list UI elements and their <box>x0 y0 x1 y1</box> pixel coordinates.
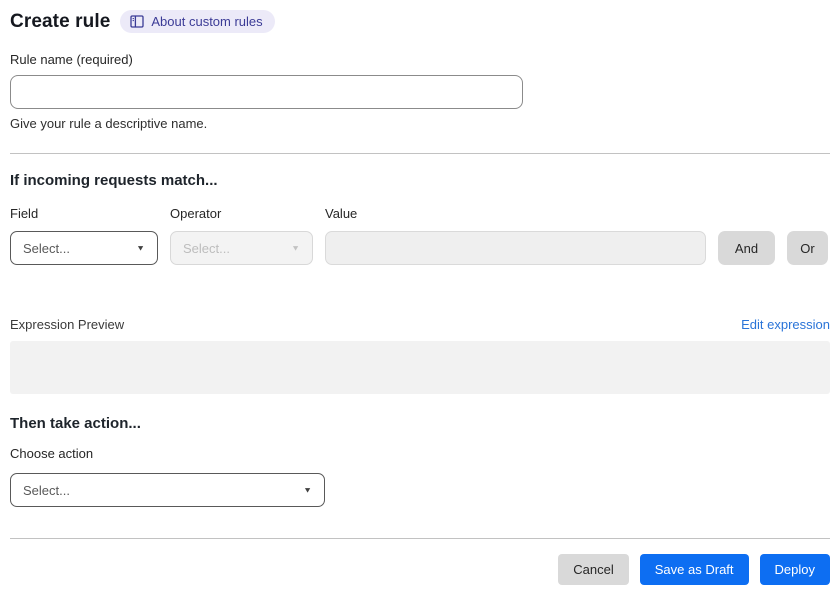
action-section-heading: Then take action... <box>10 415 141 432</box>
deploy-button[interactable]: Deploy <box>759 554 830 585</box>
save-as-draft-button[interactable]: Save as Draft <box>639 554 749 585</box>
about-custom-rules-badge[interactable]: About custom rules <box>120 10 275 33</box>
operator-label: Operator <box>170 206 222 221</box>
choose-action-label: Choose action <box>10 446 94 461</box>
expression-preview-label: Expression Preview <box>10 317 125 332</box>
operator-select: Select... ▼ <box>170 231 313 265</box>
chevron-down-icon: ▼ <box>291 243 300 253</box>
value-label: Value <box>325 206 358 221</box>
match-condition-row: Field Operator Value Select... ▼ Select.… <box>10 206 830 265</box>
choose-action-select[interactable]: Select... ▼ <box>10 473 325 507</box>
choose-action-value: Select... <box>23 482 70 498</box>
match-section-heading: If incoming requests match... <box>10 172 218 189</box>
badge-label: About custom rules <box>151 14 263 29</box>
or-button[interactable]: Or <box>787 231 828 265</box>
expression-preview-box <box>10 341 830 394</box>
book-icon <box>130 15 145 28</box>
expression-header: Expression Preview Edit expression <box>10 317 830 332</box>
field-select-value: Select... <box>23 240 70 256</box>
create-rule-page: Create rule About custom rules Rule name… <box>0 0 839 585</box>
rule-name-label: Rule name (required) <box>10 52 133 67</box>
footer-actions: Cancel Save as Draft Deploy <box>10 554 830 585</box>
value-input <box>325 231 706 265</box>
section-divider-bottom <box>10 538 830 539</box>
rule-name-input[interactable] <box>10 75 523 109</box>
page-title: Create rule <box>10 10 111 32</box>
operator-select-value: Select... <box>183 240 230 256</box>
and-button[interactable]: And <box>718 231 775 265</box>
field-select[interactable]: Select... ▼ <box>10 231 158 265</box>
chevron-down-icon: ▼ <box>303 485 312 495</box>
field-label: Field <box>10 206 39 221</box>
rule-name-helper: Give your rule a descriptive name. <box>10 116 208 131</box>
chevron-down-icon: ▼ <box>136 243 145 253</box>
page-header: Create rule About custom rules <box>10 10 830 33</box>
cancel-button[interactable]: Cancel <box>558 554 629 585</box>
section-divider-top <box>10 153 830 154</box>
edit-expression-link[interactable]: Edit expression <box>741 317 830 332</box>
